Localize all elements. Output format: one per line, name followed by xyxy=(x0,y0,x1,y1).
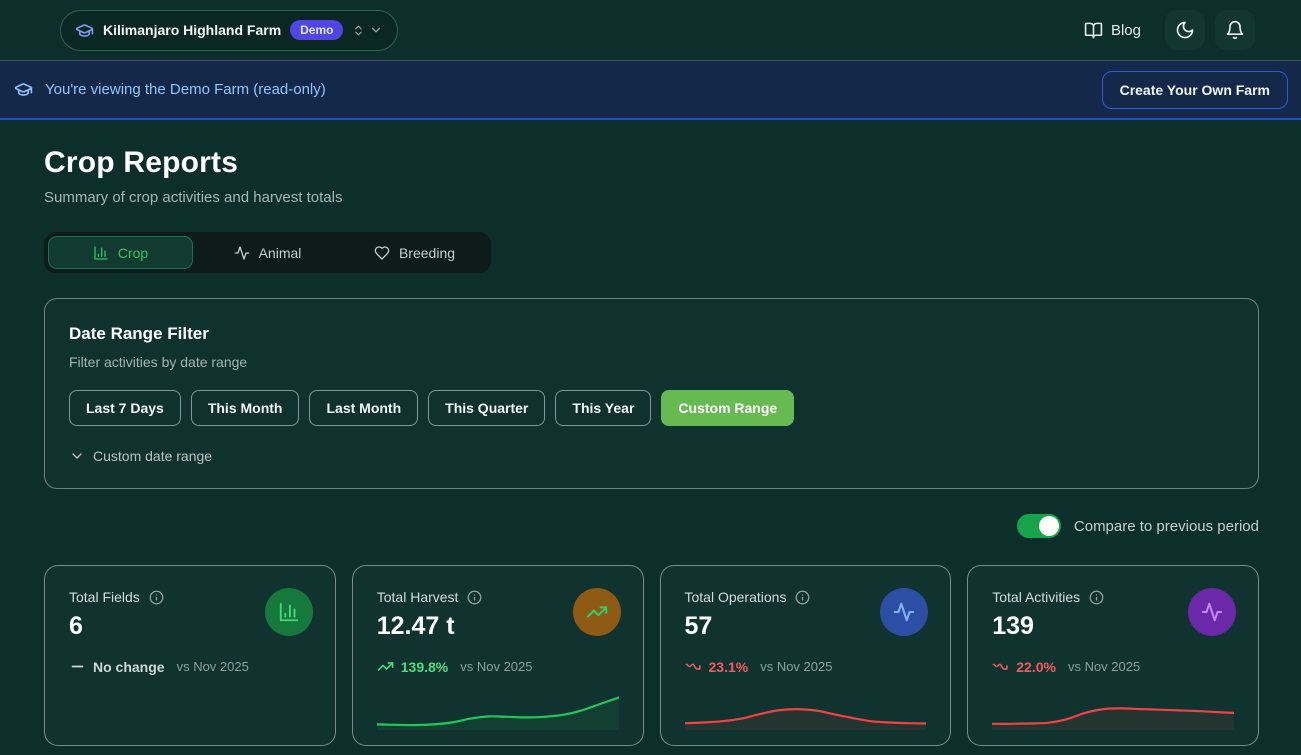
demo-banner-message: You're viewing the Demo Farm (read-only) xyxy=(45,81,326,98)
tab-label: Crop xyxy=(118,245,148,261)
stat-vs-period: vs Nov 2025 xyxy=(177,659,249,674)
tab-crop[interactable]: Crop xyxy=(48,236,193,269)
stat-vs-period: vs Nov 2025 xyxy=(760,659,832,674)
sparkline-chart xyxy=(377,692,619,730)
stat-delta: 139.8% xyxy=(377,658,448,675)
stat-delta: 23.1% xyxy=(685,658,749,675)
moon-icon xyxy=(1175,20,1195,40)
trending-up-icon xyxy=(377,658,394,675)
stat-cards-row: Total Fields 6 No change vs Nov 2025 xyxy=(44,565,1259,746)
trending-up-icon xyxy=(573,588,621,636)
graduation-cap-icon xyxy=(14,80,33,99)
range-button-last-7-days[interactable]: Last 7 Days xyxy=(69,390,181,426)
range-button-last-month[interactable]: Last Month xyxy=(309,390,418,426)
info-icon[interactable] xyxy=(467,590,482,605)
activity-icon xyxy=(880,588,928,636)
minus-icon xyxy=(69,658,86,675)
chevrons-up-down-icon xyxy=(352,24,365,37)
stat-label: Total Harvest xyxy=(377,589,459,605)
tab-label: Breeding xyxy=(399,245,455,261)
bar-chart-icon xyxy=(265,588,313,636)
stat-delta: 22.0% xyxy=(992,658,1056,675)
stat-card-total-harvest: Total Harvest 12.47 t 139.8% vs Nov 2025 xyxy=(352,565,644,746)
panel-subtitle: Filter activities by date range xyxy=(69,354,1234,370)
custom-date-range-toggle[interactable]: Custom date range xyxy=(69,448,1234,464)
stat-label: Total Fields xyxy=(69,589,140,605)
info-icon[interactable] xyxy=(1089,590,1104,605)
stat-card-total-fields: Total Fields 6 No change vs Nov 2025 xyxy=(44,565,336,746)
notifications-button[interactable] xyxy=(1215,10,1255,50)
report-type-tabs: Crop Animal Breeding xyxy=(44,232,491,273)
stat-label: Total Activities xyxy=(992,589,1080,605)
sparkline-chart xyxy=(685,692,927,730)
range-button-this-month[interactable]: This Month xyxy=(191,390,300,426)
farm-name: Kilimanjaro Highland Farm xyxy=(103,22,281,38)
app-header: Kilimanjaro Highland Farm Demo Blog xyxy=(0,0,1301,60)
main-content: Crop Reports Summary of crop activities … xyxy=(0,120,1301,746)
stat-vs-period: vs Nov 2025 xyxy=(460,659,532,674)
toggle-knob xyxy=(1039,516,1059,536)
book-open-icon xyxy=(1084,21,1103,40)
tab-label: Animal xyxy=(259,245,302,261)
page-subtitle: Summary of crop activities and harvest t… xyxy=(44,189,1259,206)
range-button-this-quarter[interactable]: This Quarter xyxy=(428,390,545,426)
custom-date-range-label: Custom date range xyxy=(93,448,212,464)
compare-period-toggle[interactable] xyxy=(1017,514,1061,538)
blog-label: Blog xyxy=(1111,22,1141,39)
chevron-down-icon xyxy=(369,23,383,37)
stat-vs-period: vs Nov 2025 xyxy=(1068,659,1140,674)
trending-down-icon xyxy=(685,658,702,675)
info-icon[interactable] xyxy=(149,590,164,605)
sparkline-chart xyxy=(992,692,1234,730)
blog-link[interactable]: Blog xyxy=(1070,21,1155,40)
demo-badge: Demo xyxy=(290,20,343,40)
bell-icon xyxy=(1225,20,1245,40)
date-range-filter-panel: Date Range Filter Filter activities by d… xyxy=(44,298,1259,489)
tab-animal[interactable]: Animal xyxy=(195,236,340,269)
demo-banner: You're viewing the Demo Farm (read-only)… xyxy=(0,60,1301,120)
chevron-down-icon xyxy=(69,448,85,464)
activity-icon xyxy=(1188,588,1236,636)
info-icon[interactable] xyxy=(795,590,810,605)
dark-mode-toggle-button[interactable] xyxy=(1165,10,1205,50)
stat-card-total-operations: Total Operations 57 23.1% vs Nov 2025 xyxy=(660,565,952,746)
farm-selector[interactable]: Kilimanjaro Highland Farm Demo xyxy=(60,10,398,51)
sparkline-chart xyxy=(69,692,311,730)
compare-toggle-label: Compare to previous period xyxy=(1074,518,1259,535)
bar-chart-icon xyxy=(93,245,109,261)
activity-icon xyxy=(234,245,250,261)
trending-down-icon xyxy=(992,658,1009,675)
heart-icon xyxy=(374,245,390,261)
range-button-custom-range[interactable]: Custom Range xyxy=(661,390,794,426)
stat-label: Total Operations xyxy=(685,589,787,605)
create-your-own-farm-button[interactable]: Create Your Own Farm xyxy=(1102,71,1288,109)
graduation-cap-icon xyxy=(75,21,94,40)
stat-card-total-activities: Total Activities 139 22.0% vs Nov 2025 xyxy=(967,565,1259,746)
stat-delta: No change xyxy=(69,658,165,675)
range-button-this-year[interactable]: This Year xyxy=(555,390,651,426)
panel-title: Date Range Filter xyxy=(69,324,1234,344)
page-title: Crop Reports xyxy=(44,146,1259,180)
tab-breeding[interactable]: Breeding xyxy=(342,236,487,269)
